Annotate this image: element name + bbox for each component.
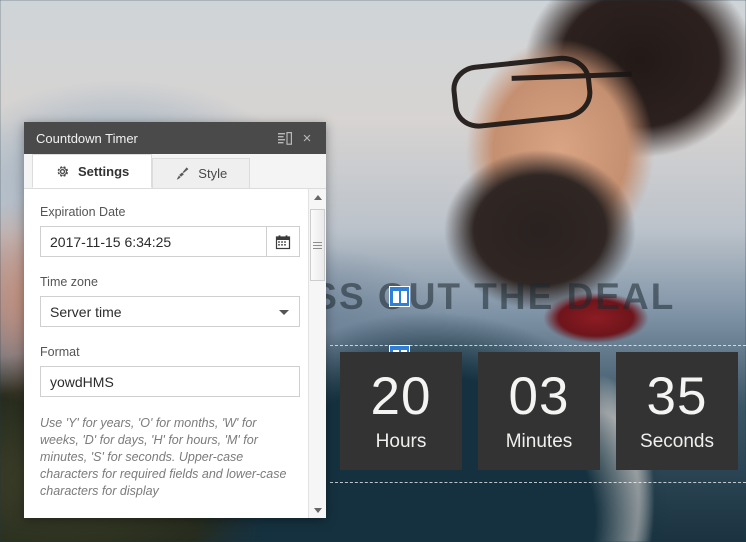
- column-layout-handle-icon[interactable]: [389, 286, 410, 307]
- countdown-value: 35: [646, 366, 708, 426]
- countdown-value: 20: [370, 366, 432, 426]
- format-help-text: Use 'Y' for years, 'O' for months, 'W' f…: [40, 416, 287, 498]
- time-zone-label: Time zone: [40, 275, 98, 289]
- tab-settings[interactable]: Settings: [32, 154, 153, 188]
- brush-icon: [175, 166, 190, 181]
- tab-style[interactable]: Style: [152, 158, 251, 188]
- calendar-icon[interactable]: [267, 226, 300, 257]
- time-zone-select[interactable]: Server time: [40, 296, 300, 327]
- panel-body: Expiration Date 2017-11-15 6:34:25 Time …: [24, 189, 326, 518]
- field-time-zone: Time zone Server time: [24, 275, 326, 327]
- gear-icon: [55, 164, 70, 179]
- section-boundary-bottom: [330, 482, 746, 483]
- countdown-block-minutes[interactable]: 03 Minutes: [478, 352, 600, 470]
- countdown-timer-settings-panel: Countdown Timer × Settings Style Expirat…: [24, 122, 326, 518]
- expiration-date-label: Expiration Date: [40, 205, 126, 219]
- tab-style-label: Style: [198, 166, 228, 181]
- countdown-value: 03: [508, 366, 570, 426]
- scroll-up-icon[interactable]: [309, 189, 326, 206]
- countdown-label: Minutes: [505, 430, 573, 452]
- field-format: Format yowdHMS: [24, 345, 326, 397]
- time-zone-value: Server time: [50, 303, 122, 320]
- handle-bar-left: [392, 290, 399, 303]
- chevron-down-icon: [279, 309, 289, 315]
- format-input-group: yowdHMS: [40, 366, 300, 397]
- format-input[interactable]: yowdHMS: [40, 366, 300, 397]
- close-icon[interactable]: ×: [296, 127, 318, 149]
- scroll-down-icon[interactable]: [309, 502, 326, 518]
- field-expiration-date: Expiration Date 2017-11-15 6:34:25: [24, 205, 326, 257]
- scrollbar-grip: [313, 240, 322, 251]
- panel-title: Countdown Timer: [36, 130, 138, 146]
- panel-tabs: Settings Style: [24, 154, 326, 189]
- expiration-date-input[interactable]: 2017-11-15 6:34:25: [40, 226, 267, 257]
- format-label: Format: [40, 345, 80, 359]
- countdown-block-seconds[interactable]: 35 Seconds: [616, 352, 738, 470]
- dock-layout-icon[interactable]: [274, 127, 296, 149]
- countdown-timer-widget[interactable]: 20 Hours 03 Minutes 35 Seconds: [340, 352, 738, 470]
- headline-text: ISS OUT THE DEAL: [300, 276, 676, 317]
- panel-scrollbar[interactable]: [308, 189, 326, 518]
- screen: ISS OUT THE DEAL 20 Hours 03 Minutes 35 …: [0, 0, 746, 542]
- tab-settings-label: Settings: [78, 163, 130, 179]
- countdown-label: Seconds: [640, 430, 714, 452]
- expiration-date-input-group: 2017-11-15 6:34:25: [40, 226, 300, 257]
- countdown-block-hours[interactable]: 20 Hours: [340, 352, 462, 470]
- scrollbar-thumb[interactable]: [310, 209, 325, 281]
- panel-header[interactable]: Countdown Timer ×: [24, 122, 326, 154]
- handle-bar-right: [400, 290, 407, 303]
- countdown-label: Hours: [375, 430, 427, 452]
